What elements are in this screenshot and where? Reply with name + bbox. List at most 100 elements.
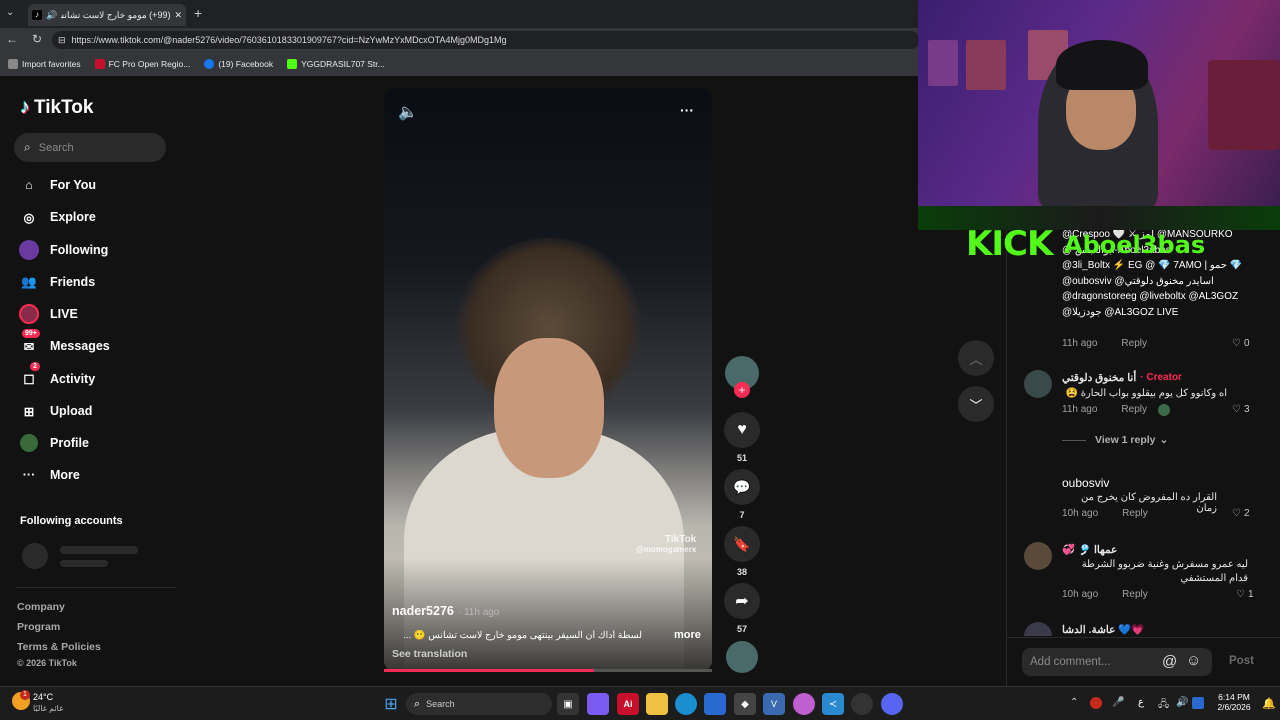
vegas-icon[interactable]: V: [763, 693, 785, 715]
comment-like[interactable]: ♡ 1: [1236, 589, 1254, 600]
reply-button[interactable]: Reply: [1122, 589, 1148, 600]
bookmark-item[interactable]: FC Pro Open Regio...: [94, 59, 190, 69]
commenter-name[interactable]: oubosviv: [1062, 476, 1109, 490]
save-button[interactable]: 🔖 38: [724, 526, 760, 577]
divider: [1006, 637, 1280, 638]
comment-time: 11h ago: [1062, 338, 1098, 349]
see-translation-link[interactable]: See translation: [392, 648, 467, 660]
previous-video-button[interactable]: ︿: [958, 340, 994, 376]
vscode-icon[interactable]: ≺: [822, 693, 844, 715]
comment-like[interactable]: ♡ 0: [1232, 338, 1250, 349]
search-input[interactable]: ⌕ Search: [14, 133, 166, 162]
commenter-name[interactable]: أنا مخنوق دلوقتي: [1062, 372, 1136, 384]
reload-icon[interactable]: ↻: [32, 32, 42, 46]
video-progress-bar[interactable]: [384, 669, 712, 672]
save-count: 38: [736, 567, 747, 577]
clock[interactable]: 6:14 PM 2/6/2026: [1212, 692, 1256, 712]
obs-icon[interactable]: [851, 693, 873, 715]
nav-for-you[interactable]: ⌂ For You: [18, 172, 178, 198]
network-icon[interactable]: 🖧: [1158, 697, 1169, 714]
comment-meta: 11h ago Reply: [1062, 338, 1147, 349]
footer-copyright: © 2026 TikTok: [17, 658, 77, 668]
tiktok-favicon-icon: ♪: [32, 10, 42, 20]
video-player[interactable]: 🔈 ··· TikTok @momogamerx nader5276 · 11h…: [384, 88, 712, 672]
windows-start-icon[interactable]: ⊞: [380, 693, 402, 715]
discord-icon[interactable]: [881, 693, 903, 715]
back-icon[interactable]: ←: [6, 32, 18, 46]
heart-outline-icon: ♡: [1232, 338, 1241, 349]
reply-button[interactable]: Reply: [1121, 338, 1147, 349]
nav-upload[interactable]: ⊞ Upload: [18, 398, 178, 424]
caption-more-button[interactable]: more: [674, 629, 701, 641]
nav-following[interactable]: Following: [18, 237, 178, 263]
bookmark-item[interactable]: YGGDRASIL707 Str...: [287, 59, 385, 69]
tray-chevron-up-icon[interactable]: ⌃: [1070, 697, 1078, 708]
tiktok-logo[interactable]: ♪ TikTok: [20, 96, 93, 119]
nav-more[interactable]: ··· More: [18, 462, 178, 488]
reply-button[interactable]: Reply: [1122, 508, 1148, 519]
comment-button[interactable]: 💬 7: [724, 469, 760, 520]
jersey-frame: [1208, 60, 1280, 150]
app-icon[interactable]: [793, 693, 815, 715]
task-view-icon[interactable]: ▣: [557, 693, 579, 715]
like-count: 51: [736, 453, 747, 463]
store-icon[interactable]: [704, 693, 726, 715]
author-avatar-button[interactable]: +: [724, 356, 760, 398]
battery-icon[interactable]: [1192, 697, 1204, 709]
reply-button[interactable]: Reply: [1121, 404, 1147, 415]
unity-icon[interactable]: ◆: [734, 693, 756, 715]
add-comment-placeholder: Add comment...: [1030, 656, 1111, 668]
commenter-avatar[interactable]: [1024, 370, 1052, 398]
like-button[interactable]: ♥ 51: [724, 412, 760, 463]
new-tab-icon[interactable]: +: [194, 5, 202, 21]
tray-app-icon[interactable]: [1090, 697, 1102, 709]
commenter-avatar[interactable]: [1024, 542, 1052, 570]
video-author[interactable]: nader5276: [392, 604, 454, 618]
view-replies-button[interactable]: View 1 reply ⌄: [1095, 434, 1168, 446]
nav-profile[interactable]: Profile: [18, 430, 178, 456]
taskbar-search[interactable]: ⌕ Search: [406, 693, 552, 715]
tab-list-icon[interactable]: ⌄: [6, 7, 14, 18]
language-indicator[interactable]: ع: [1138, 697, 1144, 708]
nav-messages[interactable]: ✉ 99+ Messages: [18, 329, 178, 359]
site-info-icon[interactable]: ⊟: [58, 35, 66, 46]
sound-disc-icon[interactable]: [726, 641, 758, 673]
comment-like[interactable]: ♡ 2: [1232, 508, 1250, 519]
nav-live[interactable]: LIVE: [18, 301, 178, 327]
illustrator-icon[interactable]: Ai: [617, 693, 639, 715]
commenter-name[interactable]: عاشة. الدشا 💙💗: [1062, 623, 1144, 635]
browser-tab[interactable]: ♪ 🔊 (99+) مومو خارج لاست تشانس ✕: [28, 4, 186, 26]
share-button[interactable]: ➦ 57: [724, 583, 760, 634]
speaker-icon[interactable]: 🔊: [46, 10, 57, 21]
footer-terms-link[interactable]: Terms & Policies: [17, 641, 101, 653]
mention-at-icon[interactable]: @: [1162, 653, 1177, 670]
more-options-icon[interactable]: ···: [680, 102, 694, 118]
bookmark-item[interactable]: Import favorites: [8, 59, 81, 69]
commenter-name[interactable]: 💞 🎐 عمهاا: [1062, 543, 1117, 556]
streamer-username: Aboel3bas: [1064, 231, 1206, 259]
copilot-icon[interactable]: [587, 693, 609, 715]
file-explorer-icon[interactable]: [646, 693, 668, 715]
windows-taskbar: [0, 686, 1280, 720]
footer-program-link[interactable]: Program: [17, 621, 60, 633]
volume-icon[interactable]: 🔈: [398, 102, 418, 122]
add-comment-input[interactable]: Add comment...: [1022, 648, 1212, 676]
notification-bell-icon[interactable]: 🔔: [1262, 697, 1276, 710]
follow-plus-icon[interactable]: +: [734, 382, 750, 398]
nav-friends[interactable]: 👥 Friends: [18, 269, 178, 295]
footer-company-link[interactable]: Company: [17, 601, 65, 613]
volume-icon[interactable]: 🔊: [1176, 697, 1188, 708]
edge-icon[interactable]: [675, 693, 697, 715]
nav-activity[interactable]: ☐ 2 Activity: [18, 362, 178, 392]
next-video-button[interactable]: ﹀: [958, 386, 994, 422]
comment-like[interactable]: ♡ 3: [1232, 404, 1250, 415]
fc-logo-icon: [94, 59, 105, 69]
bookmark-item[interactable]: (19) Facebook: [204, 59, 273, 69]
bookmark-icon: 🔖: [724, 526, 760, 562]
emoji-icon[interactable]: ☺: [1186, 652, 1201, 669]
url-field[interactable]: ⊟ https://www.tiktok.com/@nader5276/vide…: [52, 31, 920, 49]
microphone-icon[interactable]: 🎤: [1112, 697, 1124, 708]
post-button[interactable]: Post: [1229, 655, 1254, 667]
nav-explore[interactable]: ◎ Explore: [18, 204, 178, 230]
close-icon[interactable]: ✕: [174, 10, 182, 21]
